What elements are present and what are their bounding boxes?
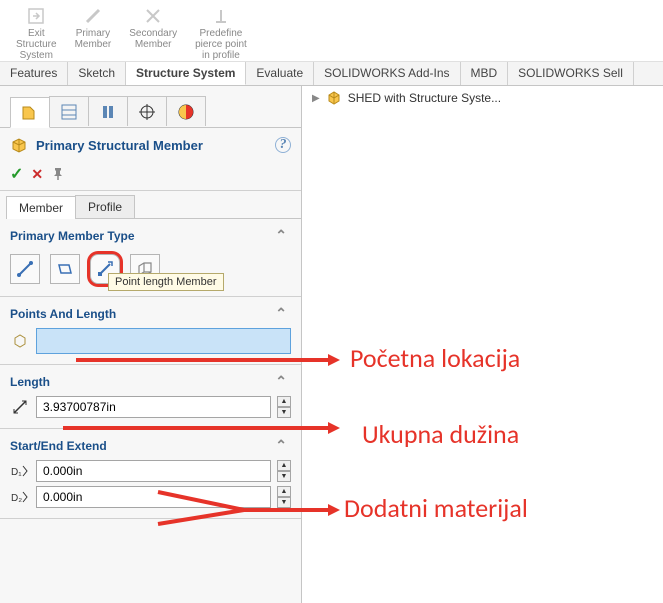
ribbon-toolbar: Exit Structure System Primary Member Sec…: [0, 0, 663, 62]
sub-tabs: Member Profile: [6, 195, 301, 219]
section-header[interactable]: Points And Length ⌃: [10, 305, 291, 322]
section-header[interactable]: Primary Member Type ⌃: [10, 227, 291, 244]
cancel-button[interactable]: ✕: [31, 166, 43, 183]
ribbon-label: Exit Structure System: [16, 28, 57, 61]
action-row: ✓ ✕: [0, 162, 301, 190]
length-input[interactable]: [36, 396, 271, 418]
section-points-and-length: Points And Length ⌃: [0, 297, 301, 362]
ribbon-label: Primary Member: [75, 28, 112, 50]
d2-extend-icon: D₂: [10, 487, 30, 507]
panel-nav-icons: [0, 86, 301, 128]
d2-spinner[interactable]: ▲▼: [277, 486, 291, 508]
ribbon-exit-structure[interactable]: Exit Structure System: [16, 4, 57, 61]
breadcrumb: ▶ SHED with Structure Syste...: [312, 90, 501, 106]
config-icon[interactable]: [88, 96, 128, 126]
pushpin-button[interactable]: [51, 167, 65, 181]
ribbon-label: Predefine pierce point in profile: [195, 28, 247, 61]
length-spinner[interactable]: ▲▼: [277, 396, 291, 418]
section-length: Length ⌃ ▲▼: [0, 365, 301, 426]
chevron-up-icon: ⌃: [275, 227, 291, 244]
exit-structure-icon: [26, 6, 46, 26]
tab-sketch[interactable]: Sketch: [68, 62, 126, 85]
chevron-up-icon: ⌃: [275, 373, 291, 390]
svg-text:D₂: D₂: [11, 493, 22, 504]
annotation-arrow-icon: [328, 354, 340, 366]
annotation-arrow-icon: [328, 422, 340, 434]
points-selection-box[interactable]: [36, 328, 291, 354]
chevron-up-icon: ⌃: [275, 305, 291, 322]
d2-input[interactable]: [36, 486, 271, 508]
appearance-icon[interactable]: [166, 96, 206, 126]
annotation-label: Početna lokacija: [350, 342, 520, 374]
panel-title-row: Primary Structural Member ?: [0, 128, 301, 162]
section-start-end-extend: Start/End Extend ⌃ D₁ ▲▼ D₂ ▲▼: [0, 429, 301, 516]
breadcrumb-label: SHED with Structure Syste...: [348, 91, 501, 105]
tooltip-point-length: Point length Member: [108, 273, 224, 291]
d1-spinner[interactable]: ▲▼: [277, 460, 291, 482]
tab-mbd[interactable]: MBD: [461, 62, 509, 85]
property-manager-panel: Primary Structural Member ? ✓ ✕ Member P…: [0, 86, 302, 603]
ribbon-pierce-point[interactable]: Predefine pierce point in profile: [195, 4, 247, 61]
member-cube-icon: [10, 136, 28, 154]
tab-structure-system[interactable]: Structure System: [126, 62, 246, 85]
secondary-member-icon: [143, 6, 163, 26]
type-path-segment[interactable]: [10, 254, 40, 284]
primary-member-icon: [83, 6, 103, 26]
feature-tree-icon[interactable]: [10, 97, 50, 128]
svg-text:D₁: D₁: [11, 467, 22, 478]
ok-button[interactable]: ✓: [10, 164, 23, 184]
ribbon-secondary-member[interactable]: Secondary Member: [129, 4, 177, 61]
d1-input[interactable]: [36, 460, 271, 482]
breadcrumb-arrow-icon: ▶: [312, 93, 320, 104]
assembly-cube-icon: [326, 90, 342, 106]
annotation-label: Dodatni materijal: [344, 492, 528, 524]
sub-tab-member[interactable]: Member: [6, 196, 76, 219]
help-icon[interactable]: ?: [275, 137, 291, 153]
ribbon-label: Secondary Member: [129, 28, 177, 50]
section-primary-member-type: Primary Member Type ⌃ Point length Membe…: [0, 219, 301, 294]
chevron-up-icon: ⌃: [275, 437, 291, 454]
annotation-line: [76, 358, 330, 362]
tab-evaluate[interactable]: Evaluate: [246, 62, 314, 85]
pierce-point-icon: [211, 6, 231, 26]
type-ref-plane[interactable]: [50, 254, 80, 284]
property-grid-icon[interactable]: [49, 96, 89, 126]
length-dimension-icon: [10, 397, 30, 417]
d1-extend-icon: D₁: [10, 461, 30, 481]
annotation-line: [63, 426, 330, 430]
ribbon-primary-member[interactable]: Primary Member: [75, 4, 112, 61]
section-header[interactable]: Length ⌃: [10, 373, 291, 390]
tab-addins[interactable]: SOLIDWORKS Add-Ins: [314, 62, 460, 85]
tab-features[interactable]: Features: [0, 62, 68, 85]
sub-tab-profile[interactable]: Profile: [75, 195, 135, 218]
command-tabs: Features Sketch Structure System Evaluat…: [0, 62, 663, 86]
annotation-label: Ukupna dužina: [362, 418, 519, 450]
tab-sell[interactable]: SOLIDWORKS Sell: [508, 62, 634, 85]
section-header[interactable]: Start/End Extend ⌃: [10, 437, 291, 454]
target-icon[interactable]: [127, 96, 167, 126]
panel-title: Primary Structural Member: [36, 138, 203, 153]
cube-selection-icon: [10, 331, 30, 351]
